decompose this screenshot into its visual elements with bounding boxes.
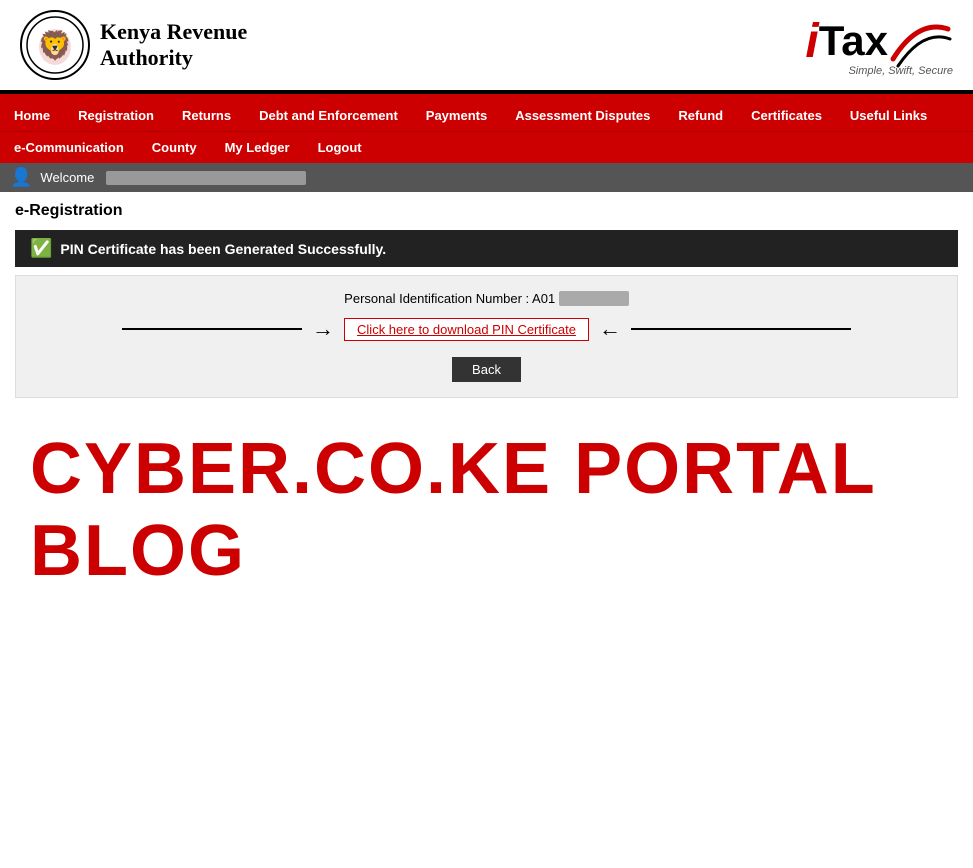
main-content: e-Registration ✅ PIN Certificate has bee… bbox=[0, 192, 973, 632]
kra-name-line1: Kenya Revenue bbox=[100, 19, 247, 45]
nav-ecommunication[interactable]: e-Communication bbox=[0, 132, 138, 163]
itax-tagline: Simple, Swift, Secure bbox=[848, 65, 953, 77]
nav-row-1: Home Registration Returns Debt and Enfor… bbox=[0, 100, 973, 131]
success-check-icon: ✅ bbox=[30, 238, 52, 259]
nav-home[interactable]: Home bbox=[0, 100, 64, 131]
itax-logo: i Tax Simple, Swift, Secure bbox=[805, 14, 953, 77]
nav-certificates[interactable]: Certificates bbox=[737, 100, 836, 131]
pin-value-blurred bbox=[559, 291, 629, 306]
nav-returns[interactable]: Returns bbox=[168, 100, 245, 131]
itax-swoosh-icon bbox=[888, 14, 953, 69]
arrow-line-left bbox=[122, 328, 302, 330]
pin-label-text: Personal Identification Number : A01 bbox=[344, 291, 555, 306]
itax-i-letter: i bbox=[805, 14, 818, 69]
svg-text:🦁: 🦁 bbox=[38, 29, 73, 62]
arrow-right-pointing-icon: → bbox=[312, 316, 334, 342]
nav-disputes[interactable]: Assessment Disputes bbox=[501, 100, 664, 131]
nav-debt[interactable]: Debt and Enforcement bbox=[245, 100, 412, 131]
back-button[interactable]: Back bbox=[452, 357, 521, 382]
arrows-row: → Click here to download PIN Certificate… bbox=[31, 316, 942, 342]
success-banner: ✅ PIN Certificate has been Generated Suc… bbox=[15, 230, 958, 267]
welcome-bar: 👤 Welcome bbox=[0, 163, 973, 192]
nav-my-ledger[interactable]: My Ledger bbox=[211, 132, 304, 163]
itax-tax-text: Tax bbox=[819, 17, 888, 65]
arrow-line-right bbox=[631, 328, 851, 330]
kra-logo: 🦁 Kenya Revenue Authority bbox=[20, 10, 247, 80]
pin-section: Personal Identification Number : A01 → C… bbox=[15, 275, 958, 398]
page-header: 🦁 Kenya Revenue Authority i Tax Simple, … bbox=[0, 0, 973, 94]
kra-name: Kenya Revenue Authority bbox=[100, 19, 247, 71]
watermark-text: CYBER.CO.KE PORTAL BLOG bbox=[30, 428, 943, 592]
nav-row-2: e-Communication County My Ledger Logout bbox=[0, 131, 973, 163]
nav-useful-links[interactable]: Useful Links bbox=[836, 100, 941, 131]
welcome-username-blurred bbox=[106, 171, 306, 185]
kra-logo-circle: 🦁 bbox=[20, 10, 90, 80]
nav-registration[interactable]: Registration bbox=[64, 100, 168, 131]
nav-logout[interactable]: Logout bbox=[304, 132, 376, 163]
kra-name-line2: Authority bbox=[100, 45, 247, 71]
welcome-text: Welcome bbox=[40, 170, 94, 185]
nav-payments[interactable]: Payments bbox=[412, 100, 501, 131]
nav-county[interactable]: County bbox=[138, 132, 211, 163]
page-title-text: e-Registration bbox=[15, 202, 123, 219]
download-pin-link[interactable]: Click here to download PIN Certificate bbox=[344, 318, 589, 341]
user-icon: 👤 bbox=[10, 167, 32, 188]
page-title: e-Registration bbox=[15, 202, 958, 220]
watermark-section: CYBER.CO.KE PORTAL BLOG bbox=[15, 398, 958, 622]
pin-label: Personal Identification Number : A01 bbox=[31, 291, 942, 306]
arrow-left-pointing-icon: ← bbox=[599, 316, 621, 342]
kra-emblem-icon: 🦁 bbox=[25, 15, 85, 75]
success-message: PIN Certificate has been Generated Succe… bbox=[60, 241, 386, 257]
nav-refund[interactable]: Refund bbox=[664, 100, 737, 131]
